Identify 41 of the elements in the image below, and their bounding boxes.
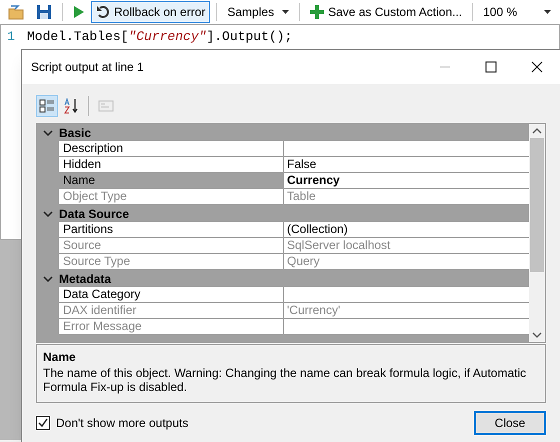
dialog-title: Script output at line 1 (31, 59, 145, 76)
open-folder-icon[interactable] (8, 4, 26, 20)
checkbox[interactable] (36, 416, 50, 430)
close-button[interactable]: Close (474, 411, 546, 435)
chevron-icon (43, 210, 53, 216)
caret-icon (282, 10, 290, 14)
caret-icon (544, 10, 552, 14)
code-line: Model.Tables["Currency"].Output(); (27, 28, 292, 46)
description-text: The name of this object. Warning: Changing the name can break formula logic, if Automatic Formula Fix-up is disabled. (43, 366, 528, 394)
play-icon[interactable] (73, 5, 85, 19)
category-row[interactable]: Basic (37, 124, 529, 141)
description-title: Name (43, 349, 77, 366)
category-row[interactable]: Data Source (37, 205, 529, 222)
chevron-icon (43, 276, 53, 282)
property-name[interactable]: Description (59, 141, 284, 157)
save-icon[interactable] (36, 4, 52, 20)
scrollbar[interactable] (529, 124, 545, 342)
categorized-view-button[interactable] (36, 95, 58, 117)
property-value[interactable]: False (284, 157, 529, 173)
property-name[interactable]: Data Category (59, 287, 284, 303)
undo-icon (96, 5, 110, 19)
property-name[interactable]: Hidden (59, 157, 284, 173)
zoom-combo[interactable]: 100 % (479, 1, 556, 23)
plus-icon (310, 5, 324, 19)
property-value[interactable]: (Collection) (284, 222, 529, 238)
close-icon[interactable] (531, 61, 543, 73)
property-name[interactable]: Partitions (59, 222, 284, 238)
sort-az-icon (63, 98, 79, 114)
property-value[interactable]: Currency (284, 173, 529, 189)
save-custom-action-button[interactable]: Save as Custom Action... (306, 1, 466, 23)
check-icon (38, 418, 48, 428)
category-row[interactable]: Metadata (37, 270, 529, 287)
property-name[interactable]: Name (59, 173, 284, 189)
maximize-icon[interactable] (485, 61, 497, 73)
samples-dropdown[interactable]: Samples (223, 1, 294, 23)
property-pages-icon (98, 99, 114, 113)
line-number: 1 (6, 28, 16, 46)
chevron-icon (43, 130, 53, 136)
rollback-toggle-button[interactable]: Rollback on error (91, 1, 210, 23)
checkbox-label: Don't show more outputs (56, 415, 188, 432)
categorized-icon (39, 98, 55, 114)
